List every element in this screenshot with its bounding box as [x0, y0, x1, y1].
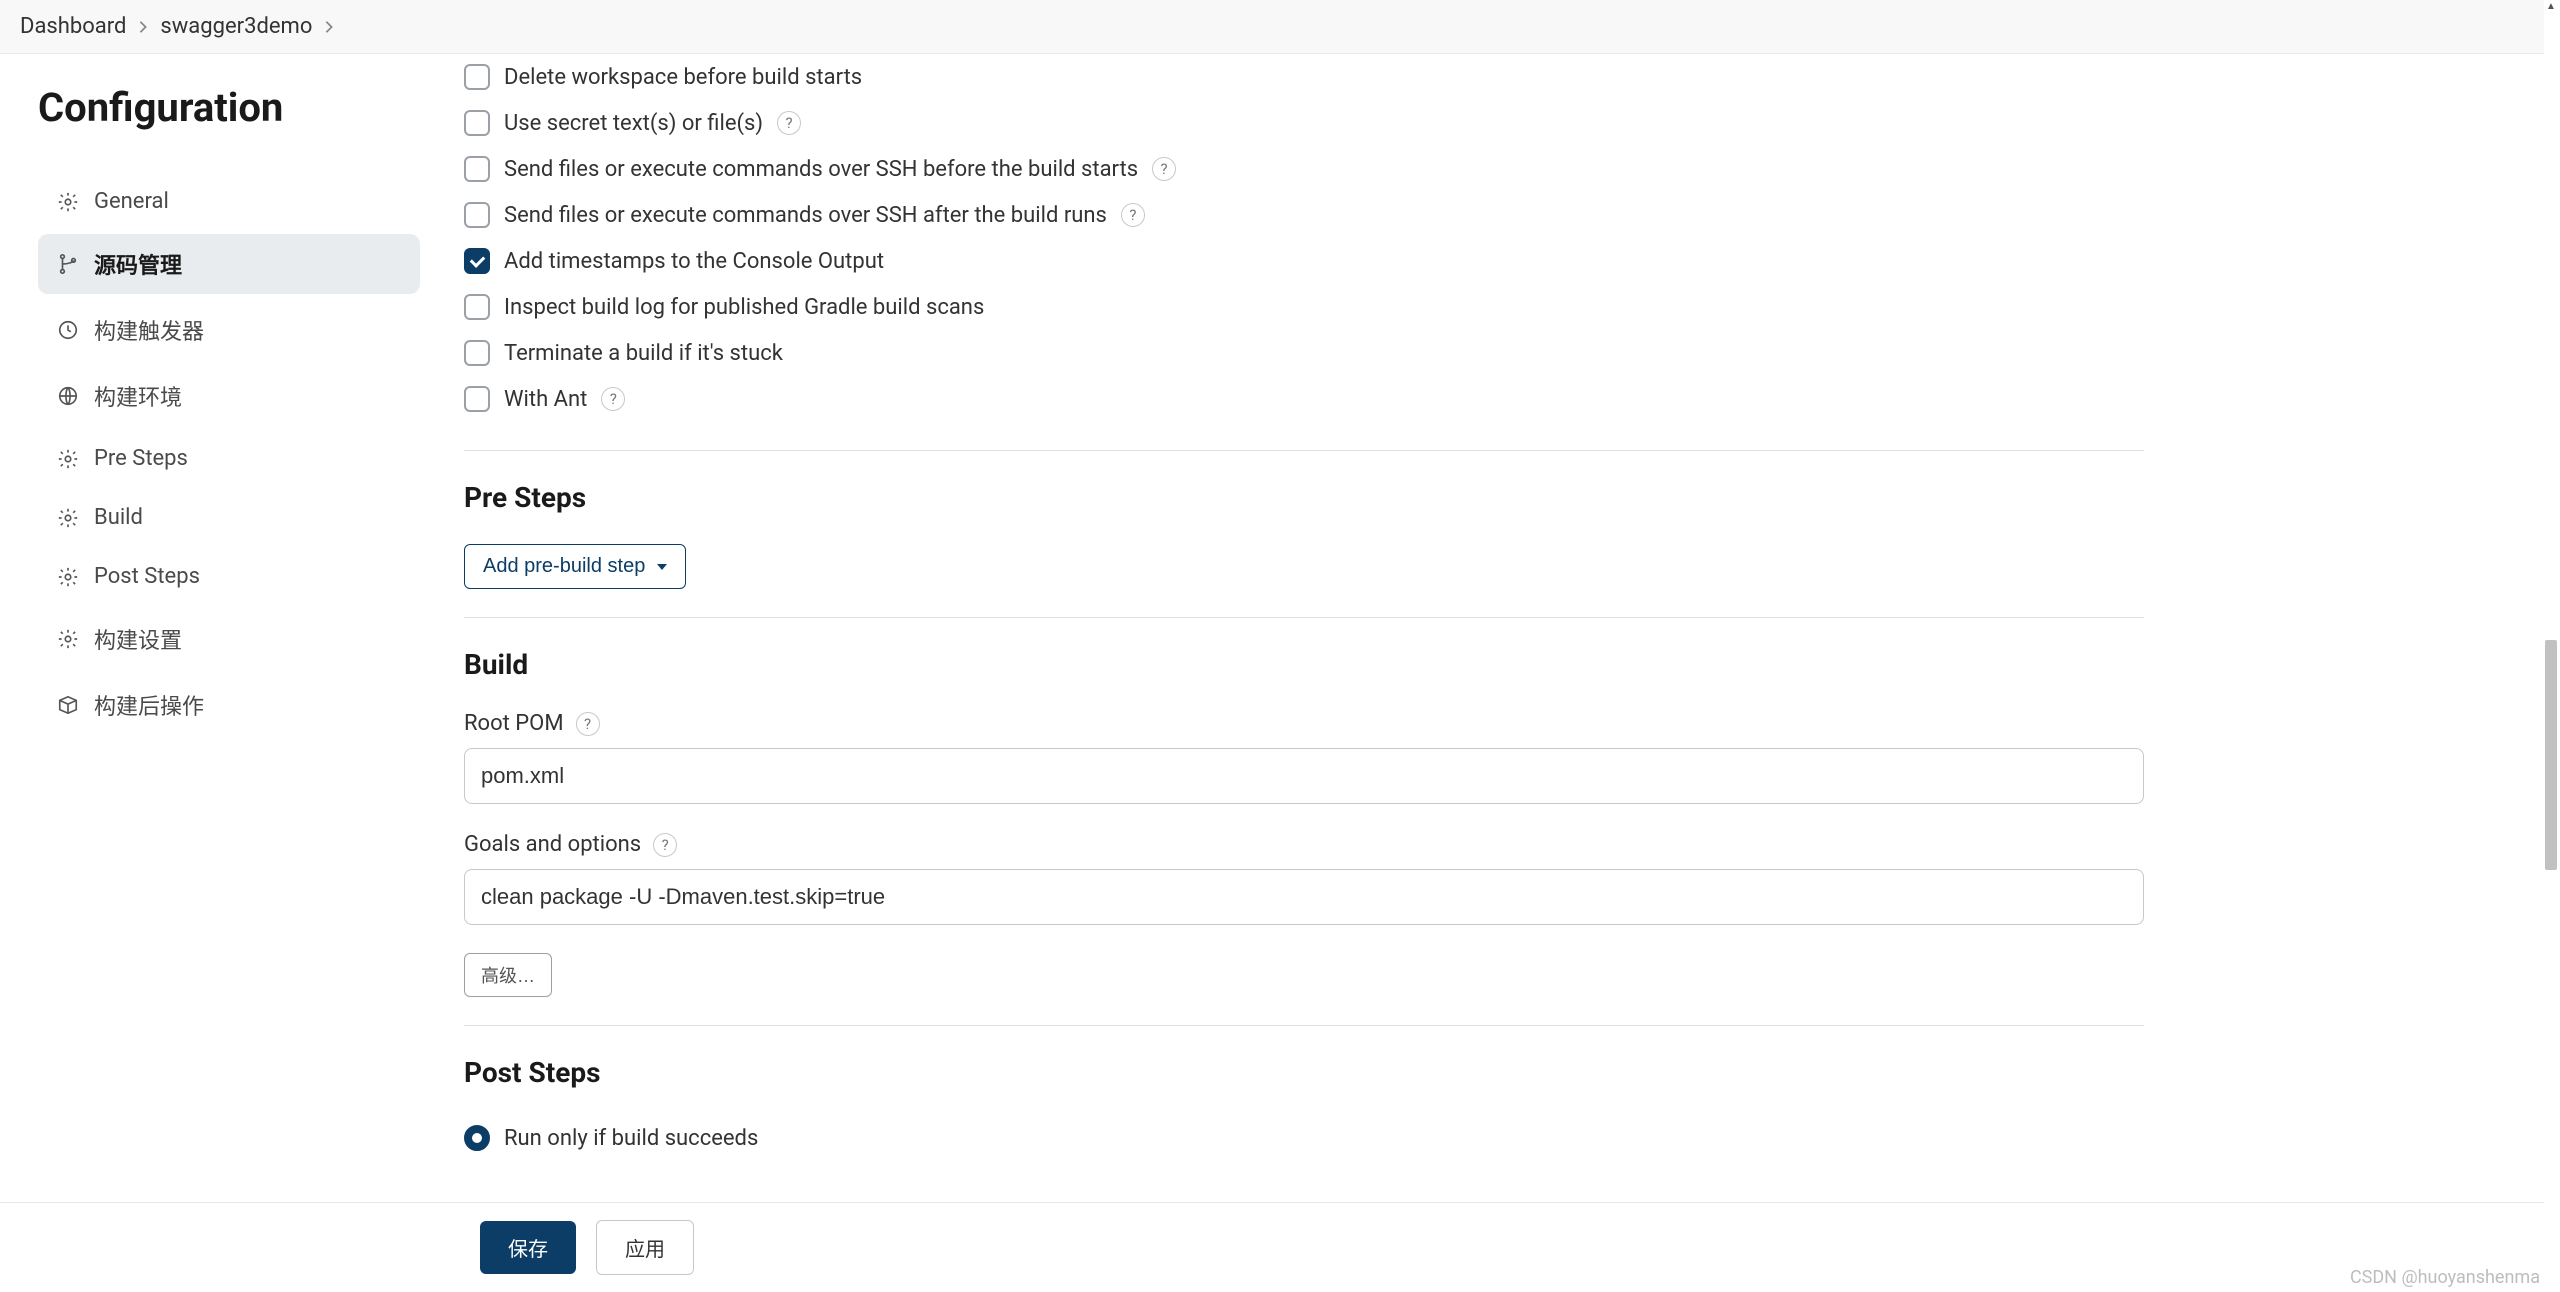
- box-icon: [56, 693, 80, 717]
- section-title-build: Build: [464, 648, 2144, 681]
- env-option-row: Terminate a build if it's stuck: [464, 330, 2144, 376]
- scrollbar[interactable]: ▲: [2544, 0, 2558, 1292]
- advanced-button[interactable]: 高级…: [464, 953, 552, 997]
- env-option-checkbox-7[interactable]: [464, 386, 490, 412]
- radio-run-only-if-build-succeeds[interactable]: [464, 1125, 490, 1151]
- section-title-pre-steps: Pre Steps: [464, 481, 2144, 514]
- clock-icon: [56, 318, 80, 342]
- env-option-checkbox-0[interactable]: [464, 64, 490, 90]
- env-option-row: Use secret text(s) or file(s)?: [464, 100, 2144, 146]
- env-option-row: Inspect build log for published Gradle b…: [464, 284, 2144, 330]
- gear-icon: [56, 190, 80, 214]
- env-option-row: With Ant?: [464, 376, 2144, 422]
- root-pom-label: Root POM ?: [464, 711, 2144, 736]
- help-icon[interactable]: ?: [1152, 157, 1176, 181]
- help-icon[interactable]: ?: [653, 833, 677, 857]
- sidebar-item-label: Build: [94, 505, 143, 530]
- caret-down-icon: [657, 564, 667, 570]
- breadcrumb-dashboard[interactable]: Dashboard: [20, 14, 126, 39]
- env-option-label: Add timestamps to the Console Output: [504, 249, 884, 274]
- env-option-label: Send files or execute commands over SSH …: [504, 203, 1107, 228]
- root-pom-input[interactable]: [464, 748, 2144, 804]
- sidebar-item-label: 构建设置: [94, 623, 182, 655]
- chevron-right-icon: [136, 20, 150, 34]
- env-option-checkbox-2[interactable]: [464, 156, 490, 182]
- help-icon[interactable]: ?: [1121, 203, 1145, 227]
- sidebar-item-7[interactable]: 构建设置: [38, 609, 420, 669]
- divider: [464, 450, 2144, 451]
- env-option-row: Send files or execute commands over SSH …: [464, 146, 2144, 192]
- sidebar-item-6[interactable]: Post Steps: [38, 550, 420, 603]
- divider: [464, 1025, 2144, 1026]
- add-pre-build-step-button[interactable]: Add pre-build step: [464, 544, 686, 589]
- sidebar-item-label: 构建后操作: [94, 689, 204, 721]
- divider: [464, 617, 2144, 618]
- sidebar-item-1[interactable]: 源码管理: [38, 234, 420, 294]
- sidebar-item-label: General: [94, 189, 169, 214]
- env-option-checkbox-3[interactable]: [464, 202, 490, 228]
- env-option-label: Terminate a build if it's stuck: [504, 341, 783, 366]
- env-option-label: Delete workspace before build starts: [504, 65, 862, 90]
- radio-label: Run only if build succeeds: [504, 1126, 758, 1151]
- help-icon[interactable]: ?: [777, 111, 801, 135]
- env-option-label: Use secret text(s) or file(s): [504, 111, 763, 136]
- sidebar-item-8[interactable]: 构建后操作: [38, 675, 420, 735]
- env-option-row: Send files or execute commands over SSH …: [464, 192, 2144, 238]
- env-option-label: Inspect build log for published Gradle b…: [504, 295, 984, 320]
- chevron-right-icon: [322, 20, 336, 34]
- branch-icon: [56, 252, 80, 276]
- breadcrumb-bar: Dashboard swagger3demo: [0, 0, 2544, 54]
- env-option-label: With Ant: [504, 387, 587, 412]
- sidebar-item-label: 构建环境: [94, 380, 182, 412]
- apply-button[interactable]: 应用: [596, 1220, 694, 1275]
- env-option-row: Add timestamps to the Console Output: [464, 238, 2144, 284]
- env-option-checkbox-5[interactable]: [464, 294, 490, 320]
- globe-icon: [56, 384, 80, 408]
- goals-input[interactable]: [464, 869, 2144, 925]
- sidebar-item-label: 源码管理: [94, 248, 182, 280]
- main-content: Delete workspace before build starts Use …: [464, 54, 2544, 1202]
- env-option-checkbox-1[interactable]: [464, 110, 490, 136]
- gear-icon: [56, 565, 80, 589]
- goals-label: Goals and options ?: [464, 832, 2144, 857]
- watermark: CSDN @huoyanshenma: [2350, 1267, 2540, 1288]
- sidebar-item-label: Pre Steps: [94, 446, 188, 471]
- sidebar-item-5[interactable]: Build: [38, 491, 420, 544]
- add-pre-build-step-label: Add pre-build step: [483, 555, 645, 578]
- sidebar: Configuration General 源码管理构建触发器构建环境 Pre St…: [0, 54, 440, 741]
- sidebar-item-0[interactable]: General: [38, 175, 420, 228]
- gear-icon: [56, 506, 80, 530]
- gear-icon: [56, 627, 80, 651]
- env-option-label: Send files or execute commands over SSH …: [504, 157, 1138, 182]
- sidebar-item-label: 构建触发器: [94, 314, 204, 346]
- section-title-post-steps: Post Steps: [464, 1056, 2144, 1089]
- gear-icon: [56, 447, 80, 471]
- help-icon[interactable]: ?: [601, 387, 625, 411]
- save-button[interactable]: 保存: [480, 1221, 576, 1274]
- scroll-thumb[interactable]: [2545, 640, 2557, 870]
- env-option-checkbox-4[interactable]: [464, 248, 490, 274]
- breadcrumb-project[interactable]: swagger3demo: [160, 14, 312, 39]
- sidebar-item-2[interactable]: 构建触发器: [38, 300, 420, 360]
- sidebar-item-3[interactable]: 构建环境: [38, 366, 420, 426]
- page-title: Configuration: [38, 84, 420, 131]
- env-option-row: Delete workspace before build starts: [464, 54, 2144, 100]
- post-steps-radio-row: Run only if build succeeds: [464, 1119, 2144, 1151]
- sidebar-item-4[interactable]: Pre Steps: [38, 432, 420, 485]
- action-bar: 保存 应用: [0, 1202, 2544, 1292]
- scroll-up-icon[interactable]: ▲: [2546, 2, 2556, 12]
- sidebar-item-label: Post Steps: [94, 564, 200, 589]
- help-icon[interactable]: ?: [576, 712, 600, 736]
- env-option-checkbox-6[interactable]: [464, 340, 490, 366]
